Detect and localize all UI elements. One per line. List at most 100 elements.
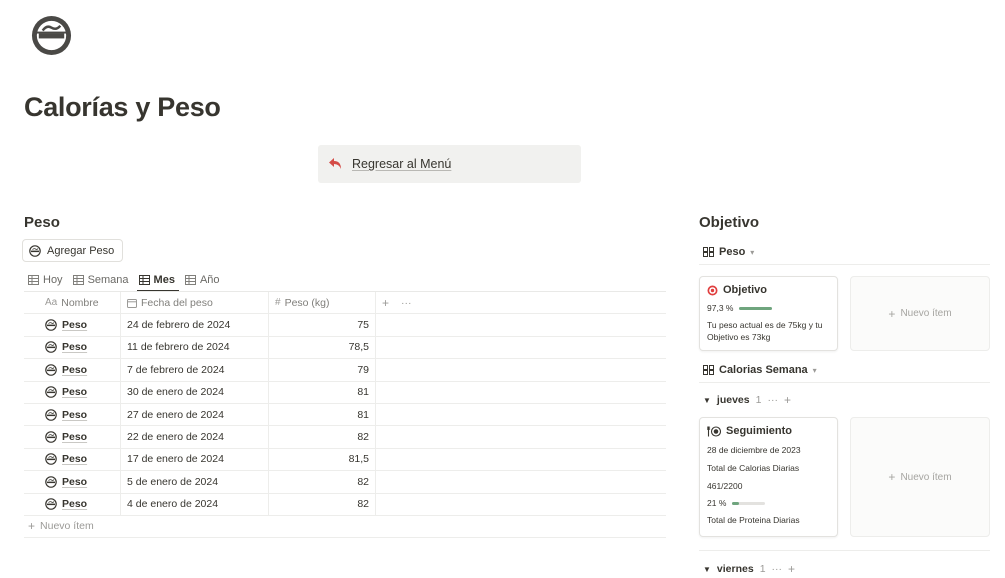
seguimiento-card[interactable]: Seguimiento 28 de diciembre de 2023 Tota… — [699, 417, 838, 537]
row-name-cell[interactable]: Peso — [24, 359, 120, 380]
table-row[interactable]: Peso 5 de enero de 2024 82 — [24, 471, 666, 494]
table-icon — [28, 275, 39, 285]
progress-row: 97,3 % — [707, 303, 830, 313]
row-weight: 79 — [357, 363, 369, 376]
row-date-cell[interactable]: 11 de febrero de 2024 — [120, 336, 268, 359]
row-weight-cell[interactable]: 79 — [268, 359, 375, 381]
row-weight-cell[interactable]: 81,5 — [268, 448, 375, 471]
row-weight-cell[interactable]: 82 — [268, 493, 375, 515]
table-row[interactable]: Peso 22 de enero de 2024 82 — [24, 426, 666, 449]
row-name-cell[interactable]: Peso — [24, 404, 120, 425]
row-date-cell[interactable]: 22 de enero de 2024 — [120, 426, 268, 448]
group-calorias-semana[interactable]: Calorias Semana ▾ — [703, 361, 817, 379]
card-title: Objetivo — [707, 284, 830, 296]
tab-label: Año — [199, 274, 220, 286]
column-header-weight[interactable]: # Peso (kg) — [268, 292, 375, 314]
row-name-cell[interactable]: Peso — [24, 494, 120, 515]
new-item-card[interactable]: + Nuevo ítem — [850, 276, 990, 351]
toggle-triangle-icon[interactable]: ▼ — [703, 565, 711, 574]
row-weight-cell[interactable]: 82 — [268, 426, 375, 448]
chevron-down-icon: ▾ — [750, 247, 755, 257]
no-smoking-icon[interactable] — [30, 14, 73, 57]
row-date-cell[interactable]: 24 de febrero de 2024 — [120, 314, 268, 336]
plate-cutlery-icon — [707, 425, 721, 437]
group-peso[interactable]: Peso ▾ — [703, 243, 754, 261]
add-weight-label: Agregar Peso — [47, 244, 115, 257]
row-weight-cell[interactable]: 81 — [268, 381, 375, 403]
divider — [699, 382, 990, 383]
more-options-icon[interactable]: ··· — [772, 563, 783, 575]
row-date-cell[interactable]: 5 de enero de 2024 — [120, 471, 268, 493]
table-row[interactable]: Peso 17 de enero de 2024 81,5 — [24, 448, 666, 472]
group-label: Calorias Semana — [719, 364, 808, 376]
table-icon — [138, 275, 150, 285]
row-empty-cell — [375, 448, 666, 471]
row-weight-cell[interactable]: 75 — [268, 314, 375, 336]
no-smoking-icon — [45, 319, 57, 331]
menu-callout[interactable]: Regresar al Menú — [318, 145, 581, 183]
row-date-cell[interactable]: 27 de enero de 2024 — [120, 403, 268, 426]
tab-label: Mes — [153, 274, 175, 286]
row-weight: 82 — [357, 498, 369, 511]
progress-label: 21 % — [707, 498, 727, 508]
more-options-icon[interactable]: ··· — [767, 394, 778, 406]
peso-heading: Peso — [24, 214, 60, 231]
row-weight: 75 — [357, 319, 369, 332]
new-item-card[interactable]: + Nuevo ítem — [850, 417, 990, 537]
add-weight-button[interactable]: Agregar Peso — [22, 239, 124, 262]
add-icon[interactable]: + — [788, 562, 795, 576]
row-name-cell[interactable]: Peso — [24, 471, 120, 492]
row-name-cell[interactable]: Peso — [24, 449, 120, 470]
table-row[interactable]: Peso 11 de febrero de 2024 78,5 — [24, 336, 666, 360]
column-header-name[interactable]: Aa Nombre — [24, 292, 120, 313]
column-header-date[interactable]: Fecha del peso — [120, 292, 268, 314]
card-line: 461/2200 — [707, 481, 743, 491]
new-item-label: Nuevo ítem — [900, 471, 952, 483]
subgroup-viernes[interactable]: ▼ viernes 1 ··· + — [703, 562, 795, 576]
table-row[interactable]: Peso 7 de febrero de 2024 79 — [24, 359, 666, 382]
new-item-row[interactable]: + Nuevo ítem — [24, 516, 666, 538]
subgroup-label: jueves — [716, 394, 750, 406]
gallery-icon — [703, 365, 714, 375]
plus-icon: + — [28, 519, 36, 534]
table-row[interactable]: Peso 4 de enero de 2024 82 — [24, 493, 666, 516]
row-weight-cell[interactable]: 82 — [268, 471, 375, 493]
no-smoking-icon — [45, 408, 57, 421]
tab-ano[interactable]: Año — [181, 269, 226, 291]
back-to-menu-link[interactable]: Regresar al Menú — [352, 157, 451, 171]
table-row[interactable]: Peso 27 de enero de 2024 81 — [24, 403, 666, 427]
row-date-cell[interactable]: 17 de enero de 2024 — [120, 448, 268, 471]
table-row[interactable]: Peso 30 de enero de 2024 81 — [24, 381, 666, 404]
table-icon — [184, 275, 196, 285]
row-name: Peso — [62, 475, 88, 488]
card-desc: Tu peso actual es de 75kg y tu — [707, 320, 823, 330]
row-weight-cell[interactable]: 78,5 — [268, 336, 375, 359]
new-item-label: Nuevo ítem — [900, 308, 952, 319]
add-column-icon[interactable]: + — [382, 296, 389, 310]
subgroup-jueves[interactable]: ▼ jueves 1 ··· + — [703, 393, 791, 407]
row-name-cell[interactable]: Peso — [24, 314, 120, 335]
row-date-cell[interactable]: 7 de febrero de 2024 — [120, 359, 268, 381]
column-label: Nombre — [61, 296, 99, 309]
tab-semana[interactable]: Semana — [69, 269, 135, 291]
row-weight: 81 — [357, 386, 369, 399]
row-date-cell[interactable]: 4 de enero de 2024 — [120, 493, 268, 515]
card-line: Total de Proteina Diarias — [707, 515, 800, 525]
row-name: Peso — [62, 408, 88, 421]
row-name-cell[interactable]: Peso — [24, 337, 120, 358]
row-weight-cell[interactable]: 81 — [268, 403, 375, 426]
tab-mes[interactable]: Mes — [135, 269, 181, 292]
more-options-icon[interactable]: ··· — [401, 297, 412, 309]
toggle-triangle-icon[interactable]: ▼ — [703, 396, 711, 405]
row-date-cell[interactable]: 30 de enero de 2024 — [120, 381, 268, 403]
tab-hoy[interactable]: Hoy — [24, 269, 69, 291]
table-row[interactable]: Peso 24 de febrero de 2024 75 — [24, 314, 666, 337]
row-date: 7 de febrero de 2024 — [127, 363, 225, 376]
row-name-cell[interactable]: Peso — [24, 426, 120, 447]
objetivo-card[interactable]: Objetivo 97,3 % Tu peso actual es de 75k… — [699, 276, 838, 351]
no-smoking-icon — [45, 453, 57, 466]
add-icon[interactable]: + — [784, 393, 791, 407]
row-date: 11 de febrero de 2024 — [127, 341, 230, 354]
chevron-down-icon: ▾ — [812, 365, 817, 375]
row-name-cell[interactable]: Peso — [24, 382, 120, 403]
